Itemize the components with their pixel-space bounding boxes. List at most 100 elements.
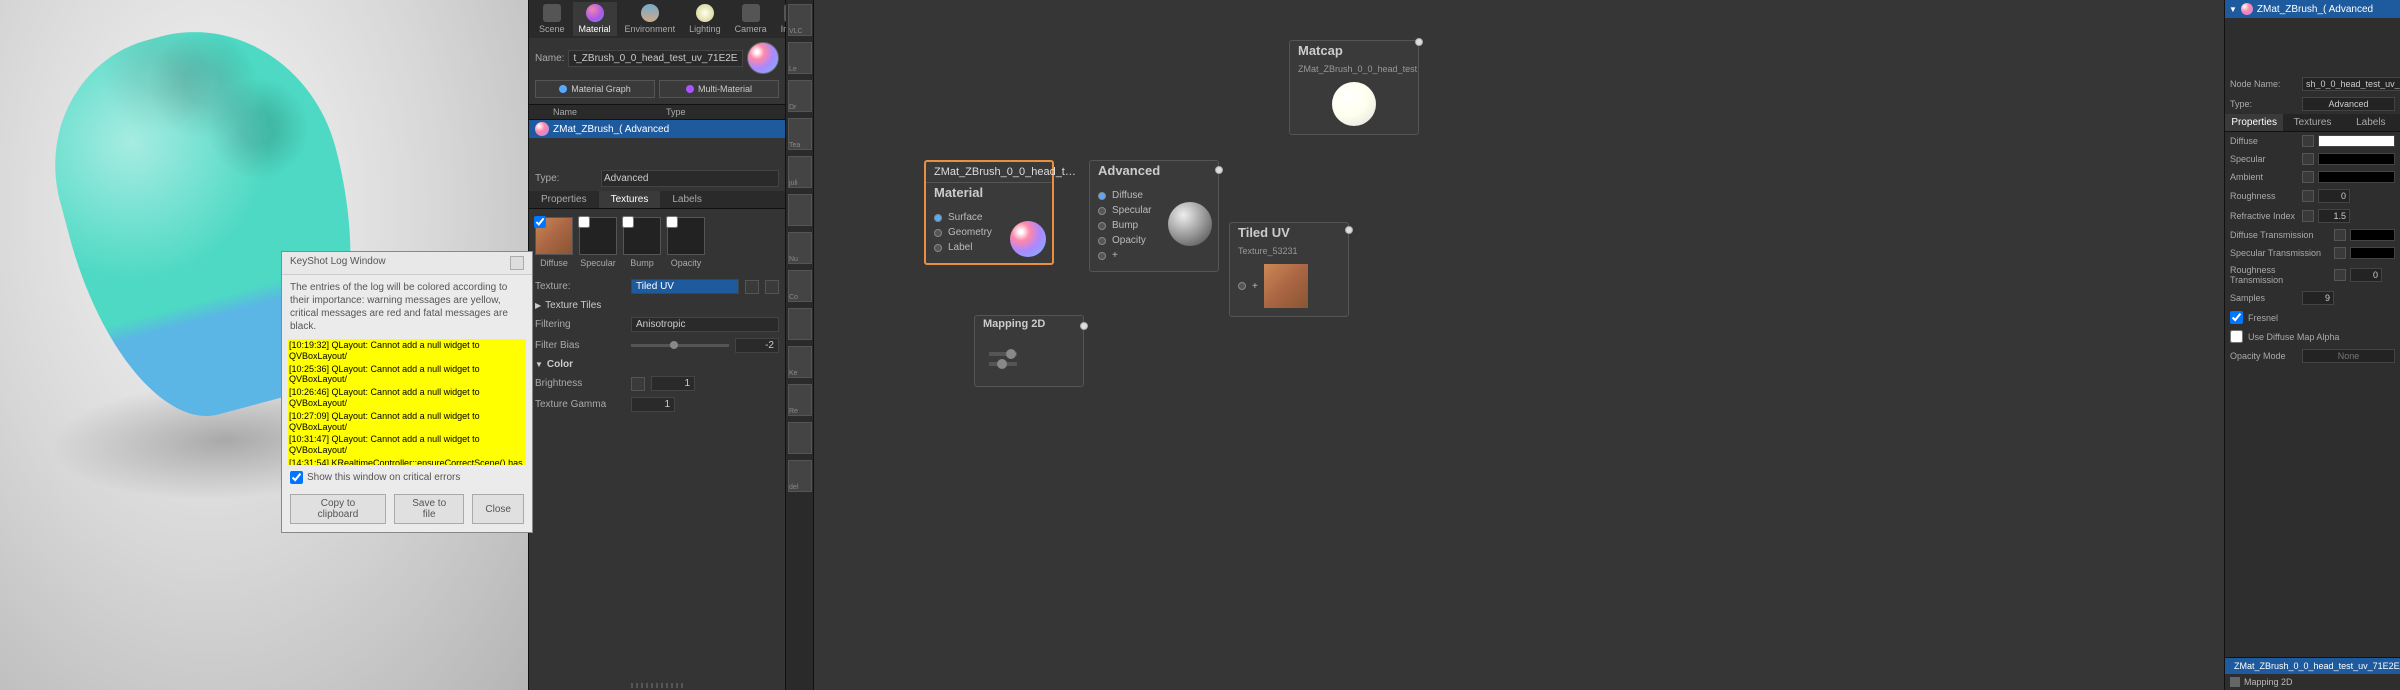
filter-bias-slider[interactable] [631, 344, 729, 347]
diffuse-color[interactable] [2318, 135, 2395, 147]
strip-thumb[interactable]: Ke [788, 346, 812, 378]
log-window-titlebar[interactable]: KeyShot Log Window [282, 252, 532, 275]
port-add[interactable]: + [1098, 248, 1210, 263]
node-list-item[interactable]: ZMat_ZBrush_0_0_head_test_uv_71E2EA52T [2225, 658, 2400, 674]
render-viewport[interactable]: KeyShot Log Window The entries of the lo… [0, 0, 528, 690]
texture-icon[interactable] [2302, 153, 2314, 165]
fresnel-checkbox[interactable]: Fresnel [2225, 308, 2400, 327]
port-diffuse[interactable]: Diffuse [1098, 188, 1210, 203]
node-name-input[interactable] [2302, 77, 2400, 91]
output-port[interactable] [1215, 166, 1223, 174]
diffuse-transmission-color[interactable] [2350, 229, 2395, 241]
strip-thumb[interactable]: Tea [788, 118, 812, 150]
strip-thumb[interactable] [788, 194, 812, 226]
texture-icon[interactable] [2334, 247, 2346, 259]
texture-tiles-section[interactable]: ▶Texture Tiles [529, 297, 785, 314]
tab-environment[interactable]: Environment [619, 2, 682, 36]
node-advanced[interactable]: Advanced Diffuse Specular Bump Opacity + [1089, 160, 1219, 272]
opacity-checkbox[interactable] [666, 216, 678, 228]
filtering-select[interactable]: Anisotropic [631, 317, 779, 332]
folder-icon[interactable] [745, 280, 759, 294]
tab-camera[interactable]: Camera [729, 2, 773, 36]
log-window[interactable]: KeyShot Log Window The entries of the lo… [281, 251, 533, 533]
texture-slot-bump[interactable]: Bump [623, 217, 661, 268]
log-body[interactable]: [10:19:32] QLayout: Cannot add a null wi… [288, 339, 526, 465]
material-graph-canvas[interactable]: Matcap ZMat_ZBrush_0_0_head_test ZMat_ZB… [814, 0, 2224, 690]
multi-material-button[interactable]: Multi-Material [659, 80, 779, 98]
texture-icon[interactable] [2302, 210, 2314, 222]
samples-input[interactable] [2302, 291, 2334, 305]
texture-icon[interactable] [2334, 269, 2346, 281]
specular-checkbox[interactable] [578, 216, 590, 228]
subtab-labels[interactable]: Labels [660, 191, 713, 208]
col-name[interactable]: Name [553, 107, 666, 117]
node-list-item[interactable]: Mapping 2D [2225, 674, 2400, 690]
resize-handle[interactable] [631, 683, 682, 688]
strip-thumb[interactable] [788, 422, 812, 454]
rp-tab-labels[interactable]: Labels [2342, 114, 2400, 131]
diffuse-checkbox[interactable] [534, 216, 546, 228]
node-mapping-2d[interactable]: Mapping 2D [974, 315, 1084, 387]
material-name-input[interactable] [568, 50, 743, 67]
col-type[interactable]: Type [666, 107, 779, 117]
texture-select[interactable]: Tiled UV [631, 279, 739, 294]
refractive-index-input[interactable] [2318, 209, 2350, 223]
node-matcap[interactable]: Matcap ZMat_ZBrush_0_0_head_test [1289, 40, 1419, 135]
subtab-textures[interactable]: Textures [599, 191, 661, 208]
tab-material[interactable]: Material [573, 2, 617, 36]
tab-scene[interactable]: Scene [533, 2, 571, 36]
scene-tree-item[interactable]: ▼ ZMat_ZBrush_( Advanced [2225, 0, 2400, 18]
texture-slot-opacity[interactable]: Opacity [667, 217, 705, 268]
save-file-button[interactable]: Save to file [394, 494, 464, 524]
ambient-color[interactable] [2318, 171, 2395, 183]
texture-icon[interactable] [2302, 190, 2314, 202]
copy-clipboard-button[interactable]: Copy to clipboard [290, 494, 386, 524]
material-preview-ball[interactable] [747, 42, 779, 74]
show-on-critical-checkbox[interactable]: Show this window on critical errors [290, 471, 460, 484]
brightness-input[interactable] [651, 376, 695, 391]
specular-color[interactable] [2318, 153, 2395, 165]
filter-bias-input[interactable] [735, 338, 779, 353]
texture-icon[interactable] [2302, 171, 2314, 183]
type-select[interactable]: Advanced [2302, 97, 2395, 111]
strip-thumb[interactable]: juli [788, 156, 812, 188]
link-icon[interactable] [631, 377, 645, 391]
close-button[interactable]: Close [472, 494, 524, 524]
bump-checkbox[interactable] [622, 216, 634, 228]
strip-thumb[interactable]: Dr [788, 80, 812, 112]
output-port[interactable] [1080, 322, 1088, 330]
texture-icon[interactable] [2334, 229, 2346, 241]
strip-thumb[interactable]: Nu [788, 232, 812, 264]
refresh-icon[interactable] [765, 280, 779, 294]
texture-gamma-input[interactable] [631, 397, 675, 412]
mapping-sliders[interactable] [983, 340, 1023, 378]
texture-icon[interactable] [2302, 135, 2314, 147]
port-add[interactable]: + [1238, 279, 1258, 294]
material-graph-button[interactable]: Material Graph [535, 80, 655, 98]
strip-thumb[interactable]: Re [788, 384, 812, 416]
strip-thumb[interactable] [788, 308, 812, 340]
material-type-select[interactable]: Advanced [601, 170, 779, 187]
rp-tab-textures[interactable]: Textures [2283, 114, 2341, 131]
subtab-properties[interactable]: Properties [529, 191, 599, 208]
strip-thumb[interactable]: VLC [788, 4, 812, 36]
strip-thumb[interactable]: Le [788, 42, 812, 74]
close-icon[interactable] [510, 256, 524, 270]
node-material[interactable]: ZMat_ZBrush_0_0_head_t… Material Surface… [924, 160, 1054, 265]
strip-thumb[interactable]: del [788, 460, 812, 492]
roughness-input[interactable] [2318, 189, 2350, 203]
tab-lighting[interactable]: Lighting [683, 2, 727, 36]
show-on-critical-input[interactable] [290, 471, 303, 484]
output-port[interactable] [1415, 38, 1423, 46]
output-port[interactable] [1345, 226, 1353, 234]
material-list-row[interactable]: ZMat_ZBrush_( Advanced [529, 120, 785, 138]
color-section[interactable]: ▼Color [529, 356, 785, 373]
node-tiled-uv[interactable]: Tiled UV Texture_53231 + [1229, 222, 1349, 317]
strip-thumb[interactable]: Co [788, 270, 812, 302]
texture-slot-diffuse[interactable]: Diffuse [535, 217, 573, 268]
rp-tab-properties[interactable]: Properties [2225, 114, 2283, 131]
opacity-mode-select[interactable]: None [2302, 349, 2395, 363]
texture-slot-specular[interactable]: Specular [579, 217, 617, 268]
use-diffuse-map-alpha-checkbox[interactable]: Use Diffuse Map Alpha [2225, 327, 2400, 346]
roughness-transmission-input[interactable] [2350, 268, 2382, 282]
